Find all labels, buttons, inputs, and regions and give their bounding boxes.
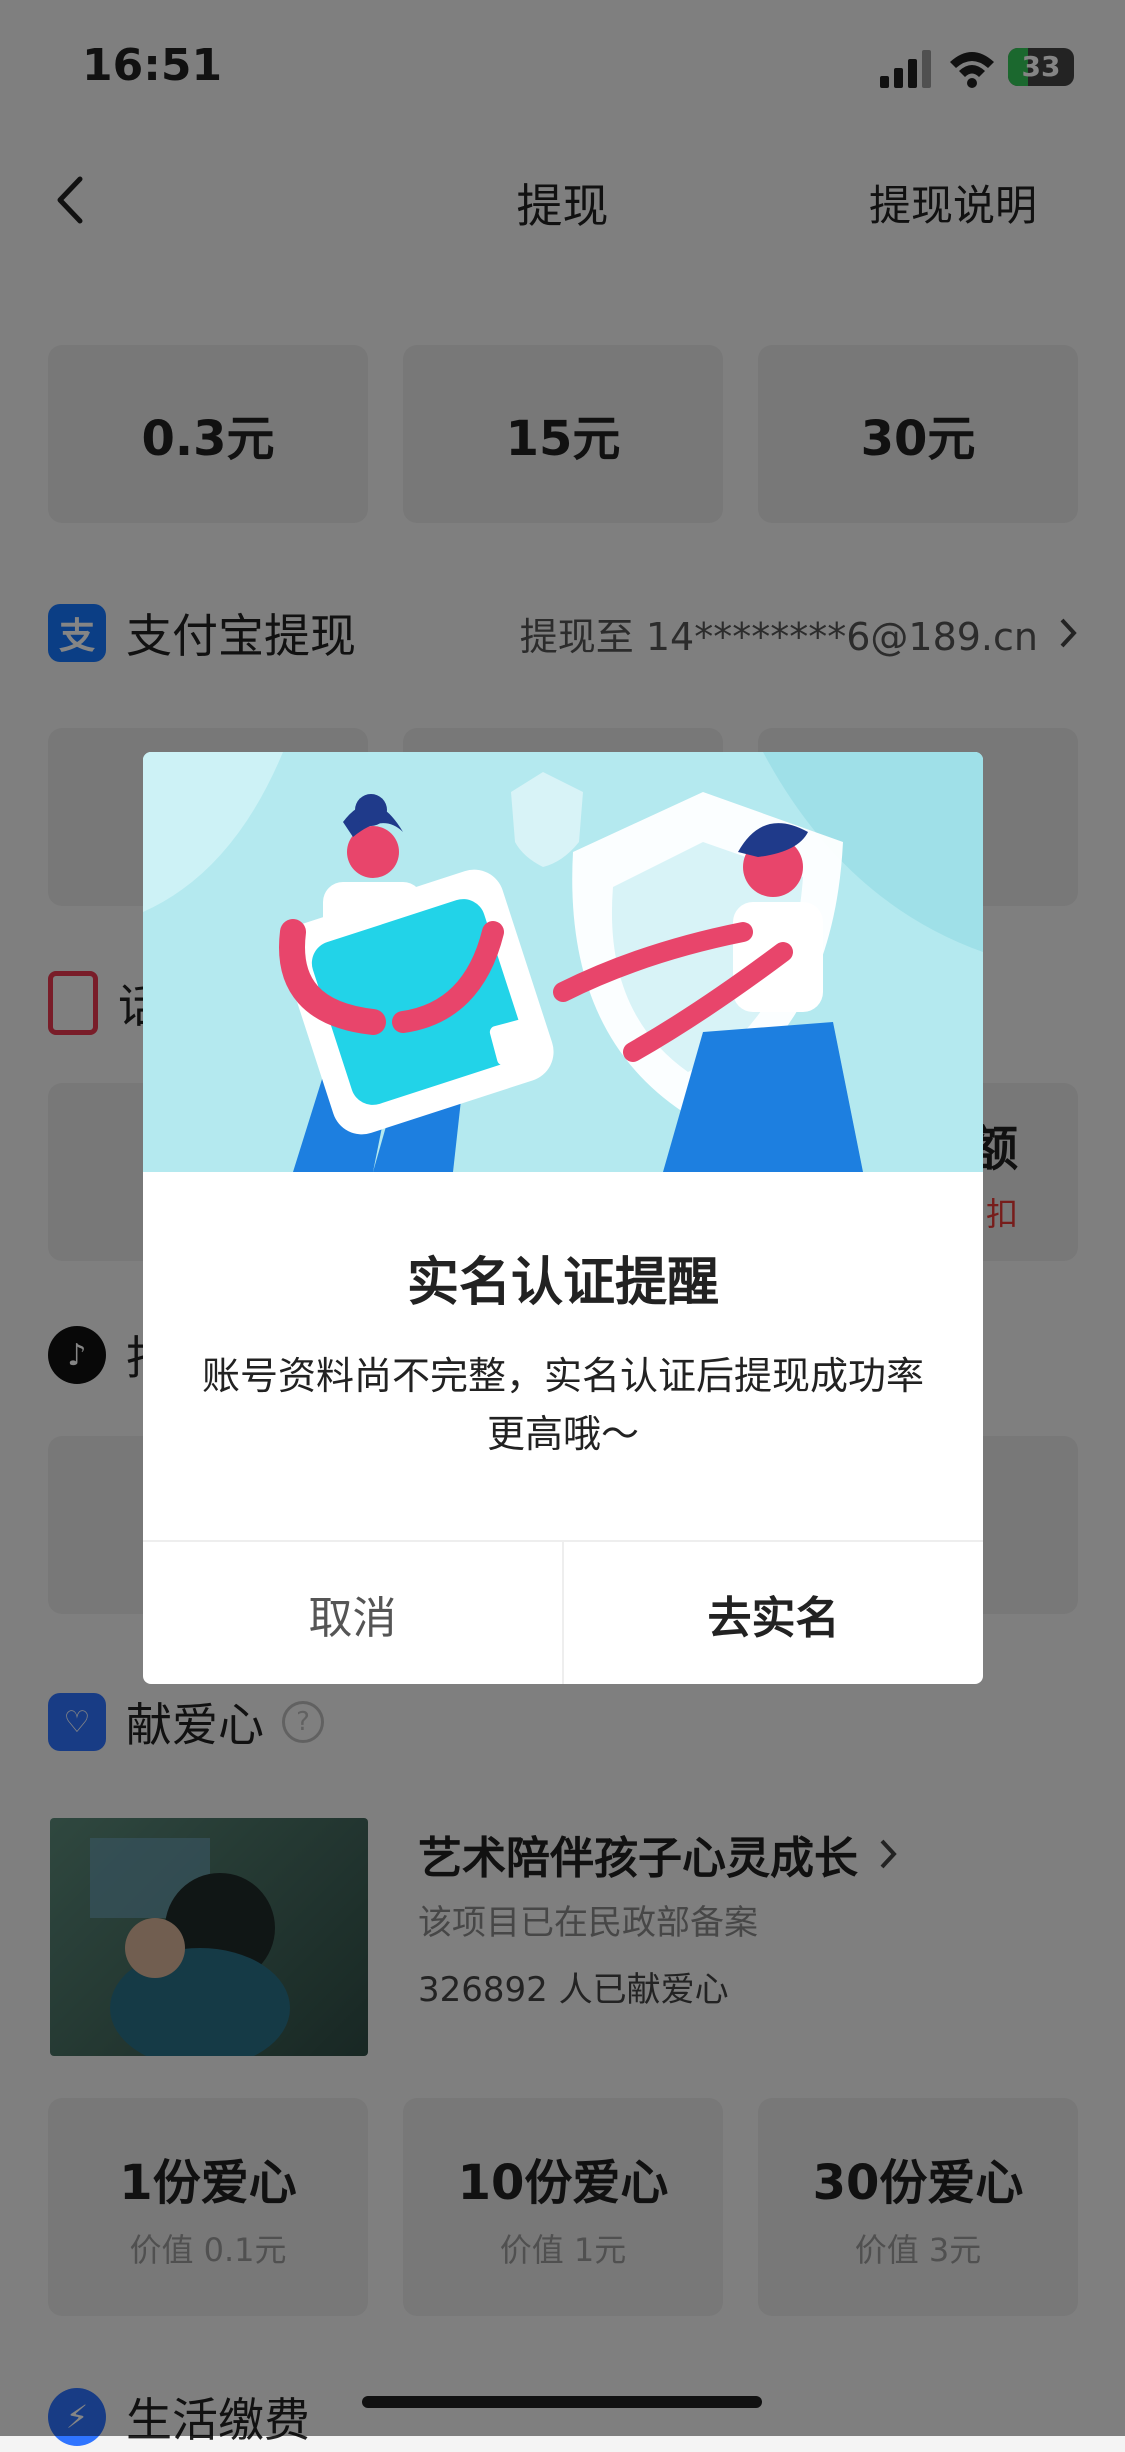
dialog-illustration (143, 752, 983, 1172)
cancel-button[interactable]: 取消 (143, 1542, 564, 1684)
dialog-title: 实名认证提醒 (406, 1253, 719, 1313)
real-name-dialog: 实名认证提醒 账号资料尚不完整，实名认证后提现成功率更高哦～ 取消 去实名 (143, 752, 983, 1684)
dialog-message: 账号资料尚不完整，实名认证后提现成功率更高哦～ (201, 1354, 924, 1456)
home-indicator (362, 2396, 762, 2408)
withdraw-page: 16:51 33 提现 提现说明 0.3元 15元 30元 支 支付宝提现 提现… (0, 0, 1125, 2447)
verify-real-name-button[interactable]: 去实名 (564, 1542, 983, 1684)
dialog-actions: 取消 去实名 (143, 1540, 983, 1684)
security-illustration (143, 752, 983, 1172)
